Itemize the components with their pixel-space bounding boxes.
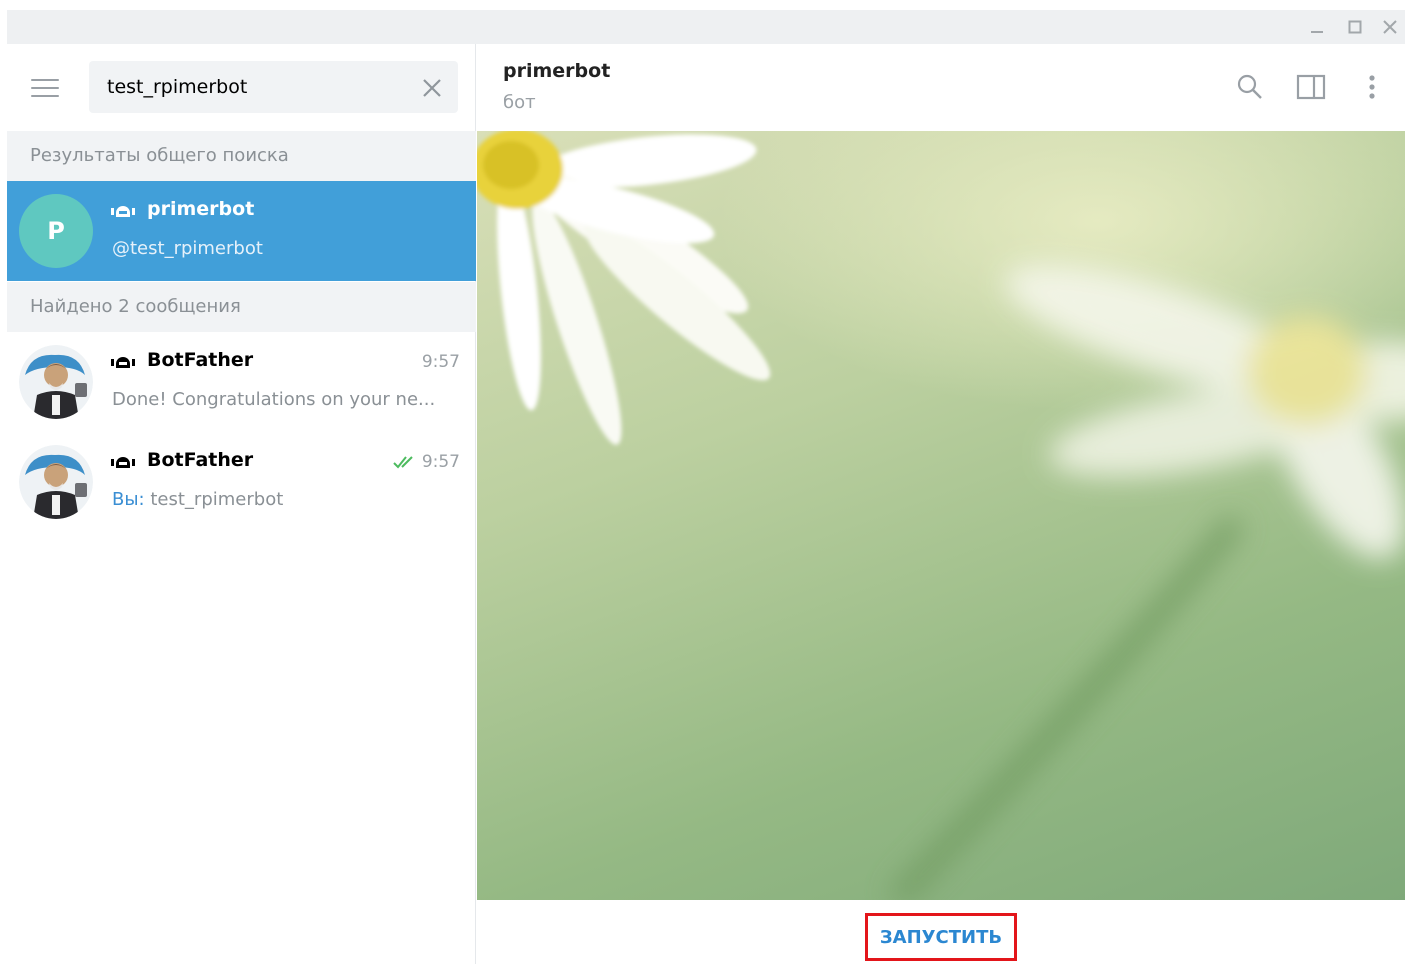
double-check-icon	[393, 456, 413, 469]
chat-panel: primerbot бот ЗАПУСТИТЬ	[477, 44, 1405, 964]
chat-background	[477, 131, 1405, 900]
result-name: primerbot	[147, 198, 255, 220]
avatar: P	[19, 194, 93, 268]
message-sender-name: BotFather	[147, 449, 254, 471]
search-box	[89, 61, 458, 113]
result-username: @test_rpimerbot	[112, 238, 263, 259]
chat-title[interactable]: primerbot	[503, 60, 610, 82]
search-input[interactable]	[107, 73, 407, 101]
message-preview-text: test_rpimerbot	[150, 489, 284, 510]
message-result-row[interactable]: BotFather 9:57 Done! Congratulations on …	[7, 332, 476, 432]
search-icon	[1237, 74, 1262, 99]
message-sender-name: BotFather	[147, 349, 254, 371]
close-icon	[423, 79, 441, 97]
global-result-primerbot[interactable]: P primerbot @test_rpimerbot	[7, 181, 476, 281]
message-preview: Вы: test_rpimerbot	[112, 489, 283, 510]
messages-results-header: Найдено 2 сообщения	[7, 282, 476, 332]
daisy-wallpaper	[477, 131, 1405, 900]
dialogs-panel: Результаты общего поиска P primerbot @te…	[7, 44, 476, 964]
maximize-icon	[1348, 20, 1362, 34]
chat-footer: ЗАПУСТИТЬ	[477, 900, 1405, 964]
window-titlebar	[7, 10, 1405, 44]
hamburger-icon[interactable]	[29, 75, 61, 101]
message-time: 9:57	[421, 452, 460, 472]
search-header	[7, 44, 476, 131]
message-sender-you: Вы:	[112, 489, 145, 510]
toggle-info-panel-button[interactable]	[1294, 70, 1328, 104]
chat-status: бот	[503, 92, 536, 113]
chat-header: primerbot бот	[477, 44, 1405, 131]
bot-icon	[111, 457, 135, 468]
start-bot-button[interactable]: ЗАПУСТИТЬ	[865, 913, 1017, 961]
bot-icon	[111, 206, 135, 217]
sidebar-toggle-icon	[1296, 74, 1326, 100]
message-result-row[interactable]: BotFather 9:57 Вы: test_rpimerbot	[7, 432, 476, 532]
avatar	[19, 345, 93, 419]
close-icon	[1383, 20, 1397, 34]
more-vertical-icon	[1369, 75, 1375, 99]
search-button[interactable]	[1233, 70, 1267, 104]
minimize-icon	[1311, 31, 1323, 33]
clear-search-button[interactable]	[417, 73, 447, 103]
avatar	[19, 445, 93, 519]
bot-icon	[111, 357, 135, 368]
maximize-button[interactable]	[1336, 10, 1374, 44]
global-results-header: Результаты общего поиска	[7, 131, 476, 181]
more-button[interactable]	[1355, 70, 1389, 104]
message-preview: Done! Congratulations on your ne...	[112, 389, 436, 410]
minimize-button[interactable]	[1298, 10, 1336, 44]
message-time: 9:57	[421, 352, 460, 372]
close-window-button[interactable]	[1371, 10, 1405, 44]
